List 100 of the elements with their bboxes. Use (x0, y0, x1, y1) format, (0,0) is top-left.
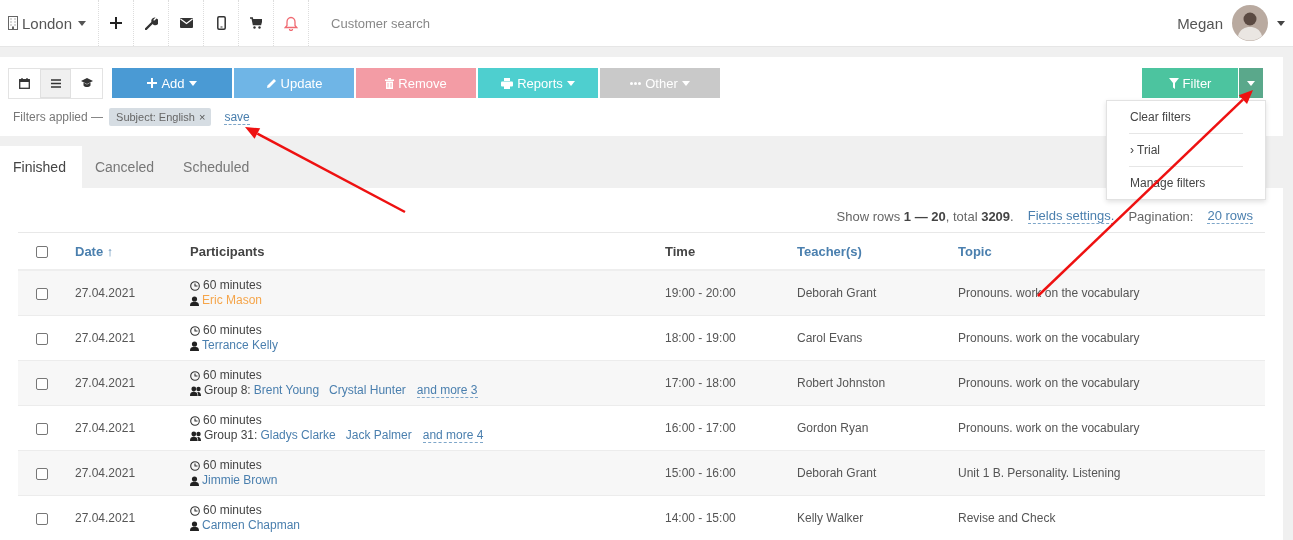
plus-icon[interactable] (110, 17, 123, 29)
more-participants-link[interactable]: and more 4 (422, 428, 484, 443)
checkbox[interactable] (36, 287, 48, 300)
checkbox[interactable] (36, 246, 48, 259)
list-icon (50, 78, 61, 88)
cart-icon[interactable] (250, 17, 263, 29)
table-cell: 16:00 - 17:00 (665, 405, 797, 451)
table-cell: Deborah Grant (797, 270, 958, 316)
table-cell: Kelly Walker (797, 495, 958, 540)
table-cell: Gordon Ryan (797, 405, 958, 451)
tab[interactable]: Scheduled (170, 146, 266, 188)
duration-text: 60 minutes (203, 413, 262, 428)
clock-icon (190, 415, 200, 426)
participant-link[interactable]: Gladys Clarke (260, 428, 336, 443)
wrench-icon[interactable] (144, 16, 158, 30)
trash-icon (385, 77, 395, 89)
column-header-link[interactable]: Teacher(s) (797, 243, 862, 259)
fields-settings-link[interactable]: Fields settings. (1027, 208, 1115, 224)
table-cell: Carol Evans (797, 315, 958, 361)
column-header: Time (665, 243, 696, 259)
clock-icon (190, 370, 200, 381)
tab[interactable]: Canceled (81, 146, 171, 188)
clock-icon (190, 460, 200, 471)
action-button[interactable]: Add (112, 68, 232, 98)
save-link[interactable]: save (224, 109, 250, 125)
more-participants-link[interactable]: and more 3 (416, 383, 478, 398)
ellipsis-icon (630, 81, 642, 85)
phone-icon[interactable] (216, 16, 226, 30)
column-header-link[interactable]: Topic (958, 243, 992, 259)
participant-link[interactable]: Terrance Kelly (202, 338, 279, 353)
menu-item[interactable]: › Trial (1107, 134, 1265, 166)
view-toggle[interactable] (40, 68, 71, 98)
participant-link[interactable]: Crystal Hunter (329, 383, 406, 398)
dropdown-toggle[interactable] (1239, 68, 1263, 98)
duration-text: 60 minutes (203, 323, 262, 338)
group-label: Group 31: (204, 428, 258, 443)
person-icon (190, 340, 199, 351)
table-cell: 27.04.2021 (75, 315, 190, 361)
table-cell: Deborah Grant (797, 450, 958, 496)
rows-summary: Show rows 1 — 20, total 3209. (836, 208, 1014, 224)
action-button[interactable]: Update (234, 68, 354, 98)
checkbox[interactable] (36, 422, 48, 435)
clock-icon (190, 325, 200, 336)
column-header-link[interactable]: Date ↑ (75, 243, 114, 259)
chip-label: Subject: English (116, 111, 195, 123)
table-cell: Pronouns. work on the vocabulary (958, 315, 1265, 361)
table-cell: 19:00 - 20:00 (665, 270, 797, 316)
menu-item[interactable]: Clear filters (1107, 101, 1265, 133)
participant-link[interactable]: Carmen Chapman (202, 518, 301, 533)
table-cell: 27.04.2021 (75, 405, 190, 451)
calendar-icon (19, 77, 30, 89)
person-icon (190, 520, 199, 531)
tab[interactable]: Finished (0, 146, 82, 188)
table-cell: 27.04.2021 (75, 495, 190, 540)
column-header: Participants (190, 243, 265, 259)
user-name[interactable]: Megan (1177, 14, 1223, 32)
envelope-icon[interactable] (179, 18, 193, 28)
table-cell: 27.04.2021 (75, 270, 190, 316)
participant-link[interactable]: Jack Palmer (345, 428, 412, 443)
table-cell: 27.04.2021 (75, 360, 190, 406)
checkbox[interactable] (36, 377, 48, 390)
funnel-icon (1168, 77, 1179, 89)
printer-icon (501, 77, 514, 89)
table-cell: 18:00 - 19:00 (665, 315, 797, 361)
participant-link[interactable]: Jimmie Brown (202, 473, 278, 488)
remove-filter-button[interactable]: × (198, 111, 206, 123)
table-cell: Pronouns. work on the vocabulary (958, 270, 1265, 316)
graduation-cap-icon (80, 78, 93, 88)
plus-icon (147, 78, 158, 88)
participant-link[interactable]: Brent Young (253, 383, 320, 398)
clock-icon (190, 280, 200, 291)
table-cell: Unit 1 B. Personality. Listening (958, 450, 1265, 496)
table-cell: 15:00 - 16:00 (665, 450, 797, 496)
avatar (1232, 5, 1268, 41)
bell-icon[interactable] (284, 15, 299, 31)
branch-selector[interactable]: London (0, 0, 99, 46)
pencil-icon (265, 77, 277, 89)
duration-text: 60 minutes (203, 278, 262, 293)
checkbox[interactable] (36, 512, 48, 525)
table-cell: Pronouns. work on the vocabulary (958, 360, 1265, 406)
clock-icon (190, 505, 200, 516)
caret-icon (1277, 20, 1285, 26)
table-cell: Revise and Check (958, 495, 1265, 540)
table-cell: 27.04.2021 (75, 450, 190, 496)
people-icon (190, 385, 201, 396)
pagination-label: Pagination: (1128, 208, 1194, 224)
table-cell: 14:00 - 15:00 (665, 495, 797, 540)
table-cell: Pronouns. work on the vocabulary (958, 405, 1265, 451)
checkbox[interactable] (36, 467, 48, 480)
group-label: Group 8: (204, 383, 251, 398)
person-icon (190, 475, 199, 486)
caret-icon (78, 20, 87, 26)
duration-text: 60 minutes (203, 503, 262, 518)
pagination-link[interactable]: 20 rows (1207, 208, 1253, 224)
person-icon (190, 295, 199, 306)
duration-text: 60 minutes (203, 458, 262, 473)
caret-icon (1247, 80, 1255, 86)
checkbox[interactable] (36, 332, 48, 345)
people-icon (190, 430, 201, 441)
building-icon (8, 16, 18, 30)
